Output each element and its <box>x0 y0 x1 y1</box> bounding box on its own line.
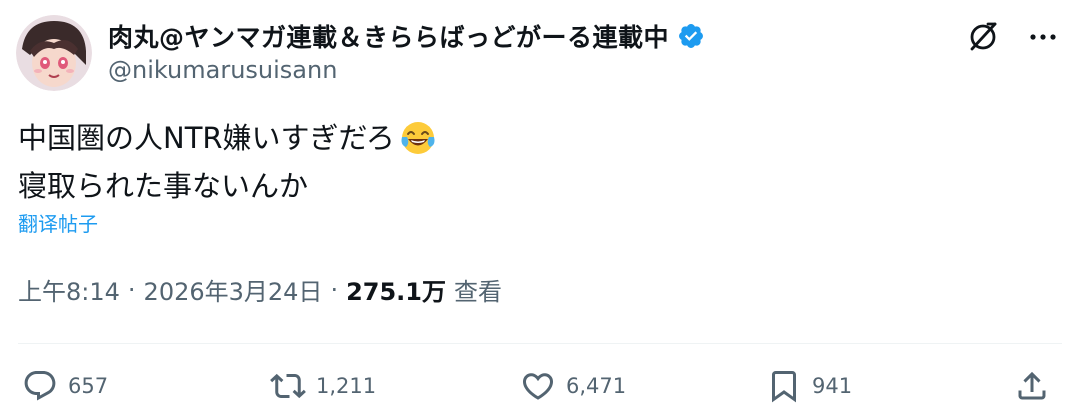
tweet-text-line-2: 寝取られた事ないんか <box>18 162 437 210</box>
tweet-action-bar: 657 1,211 6,471 941 <box>0 360 1080 412</box>
like-button[interactable]: 6,471 <box>520 360 626 412</box>
repost-count: 1,211 <box>316 374 377 398</box>
author-handle[interactable]: @nikumarusuisann <box>108 56 337 84</box>
tweet-meta: 上午8:14 · 2026年3月24日 · 275.1万 查看 <box>18 272 502 307</box>
tweet-text-line-1-content: 中国圏の人NTR嫌いすぎだろ <box>18 121 395 155</box>
more-icon[interactable] <box>1026 20 1060 54</box>
divider <box>18 343 1062 344</box>
author-display-name[interactable]: 肉丸@ヤンマガ連載＆きららばっどがーる連載中 <box>108 18 669 54</box>
bookmark-count: 941 <box>812 374 853 398</box>
translate-post-link[interactable]: 翻译帖子 <box>18 208 98 237</box>
meta-separator: · <box>127 275 136 304</box>
tweet-text: 中国圏の人NTR嫌いすぎだろ 寝取られた事ないんか <box>18 114 437 210</box>
share-button[interactable] <box>1014 360 1050 412</box>
repost-button[interactable]: 1,211 <box>270 360 376 412</box>
reply-count: 657 <box>68 374 109 398</box>
tweet-date[interactable]: 2026年3月24日 <box>144 272 323 307</box>
repost-icon <box>270 373 306 399</box>
grok-icon[interactable] <box>966 20 1000 54</box>
share-icon <box>1018 371 1046 400</box>
bookmark-button[interactable]: 941 <box>766 360 852 412</box>
like-count: 6,471 <box>566 374 627 398</box>
face-with-tears-of-joy-icon <box>399 119 437 157</box>
heart-icon <box>522 373 554 400</box>
bookmark-icon <box>772 371 796 403</box>
avatar-image <box>16 15 92 91</box>
verified-badge-icon[interactable] <box>677 22 705 50</box>
author-name-row[interactable]: 肉丸@ヤンマガ連載＆きららばっどがーる連載中 <box>108 16 705 56</box>
views-count: 275.1万 <box>346 278 446 306</box>
tweet-text-line-2-content: 寝取られた事ないんか <box>18 169 309 203</box>
reply-button[interactable]: 657 <box>22 360 108 412</box>
tweet-time[interactable]: 上午8:14 <box>18 272 120 307</box>
avatar[interactable] <box>16 15 92 91</box>
tweet-text-line-1: 中国圏の人NTR嫌いすぎだろ <box>18 114 437 162</box>
tweet-header-actions <box>966 20 1060 54</box>
views-label: 查看 <box>454 278 502 306</box>
meta-separator-2: · <box>330 275 339 304</box>
reply-icon <box>24 371 56 401</box>
